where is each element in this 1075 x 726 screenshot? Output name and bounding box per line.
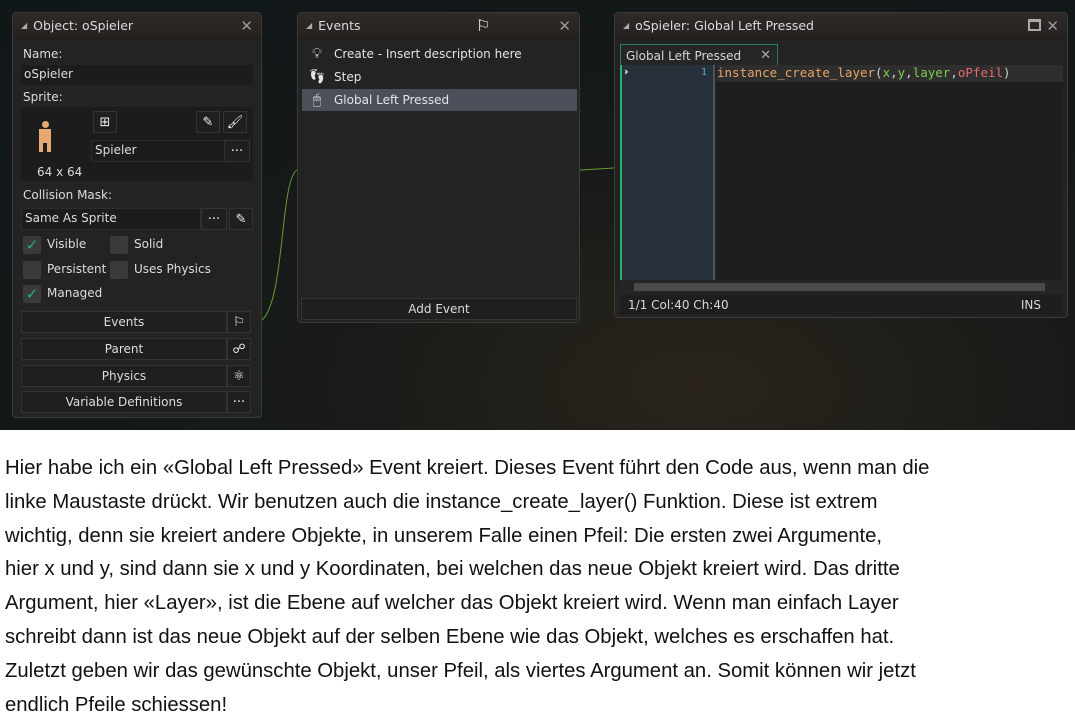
- event-label: Create - Insert description here: [334, 47, 522, 61]
- solid-checkbox[interactable]: [110, 236, 128, 254]
- persistent-checkbox[interactable]: [23, 261, 41, 279]
- event-item-create[interactable]: 💡︎ Create - Insert description here: [302, 43, 577, 65]
- sprite-label: Sprite:: [23, 90, 63, 104]
- parent-button[interactable]: Parent: [21, 338, 227, 360]
- uses-physics-label: Uses Physics: [134, 262, 211, 276]
- text-line: Zuletzt geben wir das gewünschte Objekt,…: [5, 659, 916, 682]
- code-punct: ,: [905, 65, 913, 80]
- code-punct: (: [875, 65, 883, 80]
- code-line[interactable]: instance_create_layer(x,y,layer,oPfeil): [717, 65, 1011, 80]
- lightbulb-icon: 💡︎: [312, 46, 322, 62]
- object-panel: ◢ Object: oSpieler ✕ Name: oSpieler Sprite…: [12, 12, 262, 418]
- managed-label: Managed: [47, 286, 103, 300]
- horizontal-scrollbar[interactable]: [620, 281, 1063, 293]
- footsteps-icon: 👣︎: [308, 69, 326, 85]
- code-area[interactable]: [717, 82, 1063, 280]
- tab-label: Global Left Pressed: [626, 48, 742, 63]
- gutter: › 1: [620, 65, 715, 280]
- line-number: 1: [700, 67, 707, 78]
- text-line: endlich Pfeile schiessen!: [5, 693, 228, 716]
- sprite-size: 64 x 64: [37, 165, 83, 179]
- insert-mode: INS: [1020, 298, 1041, 312]
- uses-physics-checkbox[interactable]: [110, 261, 128, 279]
- edit-mask-icon[interactable]: ✎: [229, 208, 253, 230]
- panel-title: oSpieler: Global Left Pressed: [635, 18, 814, 33]
- text-line: linke Maustaste drückt. Wir benutzen auc…: [5, 490, 878, 513]
- close-tab-icon[interactable]: ✕: [760, 48, 771, 63]
- add-event-button[interactable]: Add Event: [301, 298, 577, 320]
- name-label: Name:: [23, 47, 63, 61]
- sprite-preview[interactable]: [39, 121, 51, 153]
- code-punct: ,: [890, 65, 898, 80]
- code-arg: x: [882, 65, 891, 80]
- flag-icon[interactable]: ⚐: [227, 311, 251, 333]
- flag-icon: ⚐: [476, 16, 491, 35]
- tab-global-left-pressed[interactable]: Global Left Pressed ✕: [620, 44, 778, 66]
- maximize-icon[interactable]: [1028, 19, 1041, 31]
- solid-label: Solid: [134, 237, 164, 251]
- close-icon[interactable]: ✕: [1046, 17, 1059, 35]
- text-line: wichtig, denn sie kreiert andere Objekte…: [5, 524, 883, 547]
- sprite-more-button[interactable]: ···: [224, 140, 250, 162]
- collision-label: Collision Mask:: [23, 188, 113, 202]
- code-object: oPfeil: [957, 65, 1004, 80]
- persistent-label: Persistent: [47, 262, 107, 276]
- code-punct: ,: [950, 65, 958, 80]
- collision-select[interactable]: Same As Sprite: [21, 208, 201, 230]
- text-line: schreibt dann ist das neue Objekt auf de…: [5, 625, 895, 648]
- gamemaker-screenshot: ◢ Object: oSpieler ✕ Name: oSpieler Sprite…: [0, 0, 1075, 430]
- visible-checkbox[interactable]: ✓: [23, 236, 41, 254]
- visible-label: Visible: [47, 237, 87, 251]
- event-label: Global Left Pressed: [334, 93, 450, 107]
- name-input[interactable]: oSpieler: [21, 65, 253, 85]
- text-line: hier x und y, sind dann sie x und y Koor…: [5, 558, 900, 581]
- code-editor-panel: ◢ oSpieler: Global Left Pressed ✕ Global …: [614, 12, 1068, 318]
- close-icon[interactable]: ✕: [558, 17, 571, 35]
- text-line: Argument, hier «Layer», ist die Ebene au…: [5, 592, 899, 615]
- sprite-select[interactable]: Spieler: [91, 140, 225, 162]
- brush-icon[interactable]: 🖌: [223, 111, 247, 133]
- text-line: Hier habe ich ein «Global Left Pressed» …: [5, 457, 930, 479]
- hierarchy-icon[interactable]: ☍: [227, 338, 251, 360]
- more-icon[interactable]: ···: [227, 391, 251, 413]
- managed-checkbox[interactable]: ✓: [23, 285, 41, 303]
- events-button[interactable]: Events: [21, 311, 227, 333]
- events-panel: ◢ Events ⚐ ✕ 💡︎ Create - Insert descriptio…: [297, 12, 580, 323]
- event-item-step[interactable]: 👣︎ Step: [302, 66, 577, 88]
- mouse-icon: 🖱︎: [312, 92, 322, 108]
- panel-title: Events: [318, 18, 361, 33]
- new-sprite-icon[interactable]: ⊞: [93, 111, 117, 133]
- physics-button[interactable]: Physics: [21, 365, 227, 387]
- cursor-position: 1/1 Col:40 Ch:40: [628, 298, 729, 312]
- event-item-global-left-pressed[interactable]: 🖱︎ Global Left Pressed: [302, 89, 577, 111]
- status-bar: 1/1 Col:40 Ch:40 INS: [620, 295, 1063, 315]
- code-punct: ): [1003, 65, 1011, 80]
- edit-sprite-icon[interactable]: ✎: [196, 111, 220, 133]
- code-function: instance_create_layer: [717, 65, 876, 80]
- code-arg: layer: [912, 65, 951, 80]
- description-paragraph: Hier habe ich ein «Global Left Pressed» …: [5, 452, 1075, 722]
- event-label: Step: [334, 70, 362, 84]
- collision-more-button[interactable]: ···: [201, 208, 227, 230]
- variable-definitions-button[interactable]: Variable Definitions: [21, 391, 227, 413]
- panel-title: Object: oSpieler: [33, 18, 134, 33]
- chevron-right-icon: ›: [624, 65, 629, 78]
- close-icon[interactable]: ✕: [240, 17, 253, 35]
- atom-icon[interactable]: ⚛: [227, 365, 251, 387]
